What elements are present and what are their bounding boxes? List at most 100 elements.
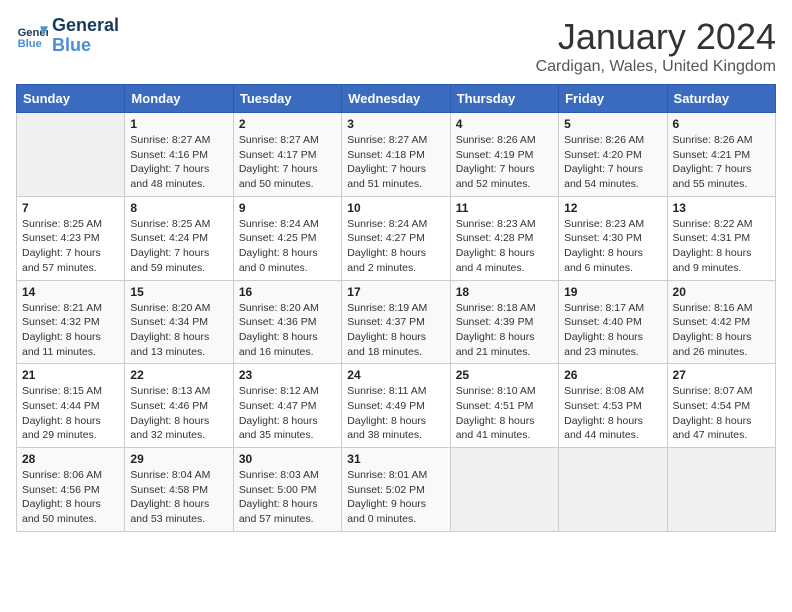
day-number: 5	[564, 117, 661, 131]
day-number: 4	[456, 117, 553, 131]
calendar-cell: 3Sunrise: 8:27 AM Sunset: 4:18 PM Daylig…	[342, 113, 450, 197]
calendar-cell: 13Sunrise: 8:22 AM Sunset: 4:31 PM Dayli…	[667, 196, 775, 280]
day-number: 8	[130, 201, 227, 215]
weekday-header-wednesday: Wednesday	[342, 85, 450, 113]
weekday-header-tuesday: Tuesday	[233, 85, 341, 113]
day-info: Sunrise: 8:26 AM Sunset: 4:20 PM Dayligh…	[564, 133, 661, 192]
day-number: 26	[564, 368, 661, 382]
calendar-cell	[450, 448, 558, 532]
day-number: 30	[239, 452, 336, 466]
day-info: Sunrise: 8:24 AM Sunset: 4:25 PM Dayligh…	[239, 217, 336, 276]
day-number: 10	[347, 201, 444, 215]
calendar-cell: 5 Sunrise: 8:26 AM Sunset: 4:20 PM Daylig…	[559, 113, 667, 197]
day-number: 31	[347, 452, 444, 466]
day-number: 25	[456, 368, 553, 382]
week-row-2: 14Sunrise: 8:21 AM Sunset: 4:32 PM Dayli…	[17, 280, 776, 364]
logo: General Blue General Blue	[16, 16, 119, 56]
day-info: Sunrise: 8:20 AM Sunset: 4:34 PM Dayligh…	[130, 301, 227, 360]
day-info: Sunrise: 8:13 AM Sunset: 4:46 PM Dayligh…	[130, 384, 227, 443]
title-area: January 2024 Cardigan, Wales, United Kin…	[536, 16, 776, 76]
logo-line2: Blue	[52, 36, 119, 56]
calendar-cell: 2 Sunrise: 8:27 AM Sunset: 4:17 PM Daylig…	[233, 113, 341, 197]
day-number: 12	[564, 201, 661, 215]
day-number: 29	[130, 452, 227, 466]
day-number: 27	[673, 368, 770, 382]
calendar-cell: 17Sunrise: 8:19 AM Sunset: 4:37 PM Dayli…	[342, 280, 450, 364]
calendar-cell: 20 Sunrise: 8:16 AM Sunset: 4:42 PM Dayli…	[667, 280, 775, 364]
day-info: Sunrise: 8:04 AM Sunset: 4:58 PM Dayligh…	[130, 468, 227, 527]
day-number: 22	[130, 368, 227, 382]
day-info: Sunrise: 8:27 AM Sunset: 4:18 PM Dayligh…	[347, 133, 444, 192]
day-number: 18	[456, 285, 553, 299]
calendar-subtitle: Cardigan, Wales, United Kingdom	[536, 58, 776, 76]
calendar-cell: 30 Sunrise: 8:03 AM Sunset: 5:00 PM Dayli…	[233, 448, 341, 532]
calendar-cell: 11Sunrise: 8:23 AM Sunset: 4:28 PM Dayli…	[450, 196, 558, 280]
logo-icon: General Blue	[16, 20, 48, 52]
calendar-cell: 28 Sunrise: 8:06 AM Sunset: 4:56 PM Dayli…	[17, 448, 125, 532]
week-row-1: 7 Sunrise: 8:25 AM Sunset: 4:23 PM Daylig…	[17, 196, 776, 280]
calendar-cell: 18Sunrise: 8:18 AM Sunset: 4:39 PM Dayli…	[450, 280, 558, 364]
day-number: 19	[564, 285, 661, 299]
weekday-header-sunday: Sunday	[17, 85, 125, 113]
calendar-cell: 6Sunrise: 8:26 AM Sunset: 4:21 PM Daylig…	[667, 113, 775, 197]
week-row-3: 21Sunrise: 8:15 AM Sunset: 4:44 PM Dayli…	[17, 364, 776, 448]
day-info: Sunrise: 8:06 AM Sunset: 4:56 PM Dayligh…	[22, 468, 119, 527]
day-number: 15	[130, 285, 227, 299]
day-info: Sunrise: 8:22 AM Sunset: 4:31 PM Dayligh…	[673, 217, 770, 276]
calendar-cell: 19 Sunrise: 8:17 AM Sunset: 4:40 PM Dayli…	[559, 280, 667, 364]
day-number: 16	[239, 285, 336, 299]
calendar-cell: 27 Sunrise: 8:07 AM Sunset: 4:54 PM Dayli…	[667, 364, 775, 448]
day-number: 20	[673, 285, 770, 299]
day-info: Sunrise: 8:21 AM Sunset: 4:32 PM Dayligh…	[22, 301, 119, 360]
day-info: Sunrise: 8:11 AM Sunset: 4:49 PM Dayligh…	[347, 384, 444, 443]
calendar-cell: 21Sunrise: 8:15 AM Sunset: 4:44 PM Dayli…	[17, 364, 125, 448]
svg-text:Blue: Blue	[18, 38, 42, 50]
calendar-cell: 15 Sunrise: 8:20 AM Sunset: 4:34 PM Dayli…	[125, 280, 233, 364]
calendar-cell: 31 Sunrise: 8:01 AM Sunset: 5:02 PM Dayli…	[342, 448, 450, 532]
calendar-cell: 4Sunrise: 8:26 AM Sunset: 4:19 PM Daylig…	[450, 113, 558, 197]
calendar-cell	[17, 113, 125, 197]
day-info: Sunrise: 8:25 AM Sunset: 4:23 PM Dayligh…	[22, 217, 119, 276]
day-number: 9	[239, 201, 336, 215]
weekday-header-thursday: Thursday	[450, 85, 558, 113]
day-info: Sunrise: 8:08 AM Sunset: 4:53 PM Dayligh…	[564, 384, 661, 443]
day-info: Sunrise: 8:01 AM Sunset: 5:02 PM Dayligh…	[347, 468, 444, 527]
day-info: Sunrise: 8:17 AM Sunset: 4:40 PM Dayligh…	[564, 301, 661, 360]
day-info: Sunrise: 8:07 AM Sunset: 4:54 PM Dayligh…	[673, 384, 770, 443]
logo-line1: General	[52, 16, 119, 36]
calendar-cell: 22 Sunrise: 8:13 AM Sunset: 4:46 PM Dayli…	[125, 364, 233, 448]
week-row-4: 28 Sunrise: 8:06 AM Sunset: 4:56 PM Dayli…	[17, 448, 776, 532]
calendar-cell: 14Sunrise: 8:21 AM Sunset: 4:32 PM Dayli…	[17, 280, 125, 364]
calendar-cell: 12 Sunrise: 8:23 AM Sunset: 4:30 PM Dayli…	[559, 196, 667, 280]
day-number: 7	[22, 201, 119, 215]
calendar-cell: 16Sunrise: 8:20 AM Sunset: 4:36 PM Dayli…	[233, 280, 341, 364]
day-info: Sunrise: 8:15 AM Sunset: 4:44 PM Dayligh…	[22, 384, 119, 443]
day-info: Sunrise: 8:27 AM Sunset: 4:17 PM Dayligh…	[239, 133, 336, 192]
logo-text: General Blue	[52, 16, 119, 56]
calendar-cell: 24 Sunrise: 8:11 AM Sunset: 4:49 PM Dayli…	[342, 364, 450, 448]
calendar-cell: 26 Sunrise: 8:08 AM Sunset: 4:53 PM Dayli…	[559, 364, 667, 448]
weekday-header-saturday: Saturday	[667, 85, 775, 113]
calendar-table: SundayMondayTuesdayWednesdayThursdayFrid…	[16, 84, 776, 532]
day-number: 6	[673, 117, 770, 131]
calendar-cell: 7 Sunrise: 8:25 AM Sunset: 4:23 PM Daylig…	[17, 196, 125, 280]
day-info: Sunrise: 8:19 AM Sunset: 4:37 PM Dayligh…	[347, 301, 444, 360]
calendar-cell	[667, 448, 775, 532]
day-info: Sunrise: 8:03 AM Sunset: 5:00 PM Dayligh…	[239, 468, 336, 527]
week-row-0: 1Sunrise: 8:27 AM Sunset: 4:16 PM Daylig…	[17, 113, 776, 197]
calendar-cell: 25Sunrise: 8:10 AM Sunset: 4:51 PM Dayli…	[450, 364, 558, 448]
day-number: 24	[347, 368, 444, 382]
day-info: Sunrise: 8:27 AM Sunset: 4:16 PM Dayligh…	[130, 133, 227, 192]
day-info: Sunrise: 8:16 AM Sunset: 4:42 PM Dayligh…	[673, 301, 770, 360]
day-info: Sunrise: 8:24 AM Sunset: 4:27 PM Dayligh…	[347, 217, 444, 276]
day-info: Sunrise: 8:23 AM Sunset: 4:30 PM Dayligh…	[564, 217, 661, 276]
weekday-header-row: SundayMondayTuesdayWednesdayThursdayFrid…	[17, 85, 776, 113]
weekday-header-monday: Monday	[125, 85, 233, 113]
calendar-cell: 29 Sunrise: 8:04 AM Sunset: 4:58 PM Dayli…	[125, 448, 233, 532]
calendar-cell: 8Sunrise: 8:25 AM Sunset: 4:24 PM Daylig…	[125, 196, 233, 280]
weekday-header-friday: Friday	[559, 85, 667, 113]
day-info: Sunrise: 8:12 AM Sunset: 4:47 PM Dayligh…	[239, 384, 336, 443]
day-number: 28	[22, 452, 119, 466]
day-number: 2	[239, 117, 336, 131]
calendar-cell: 1Sunrise: 8:27 AM Sunset: 4:16 PM Daylig…	[125, 113, 233, 197]
